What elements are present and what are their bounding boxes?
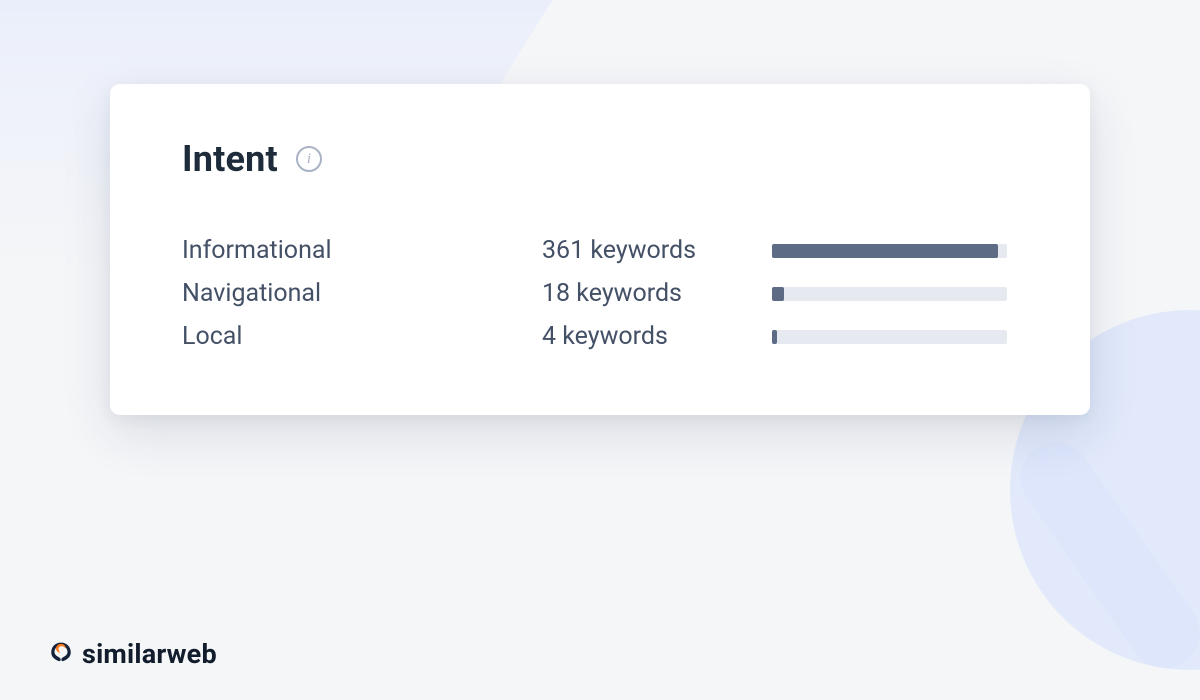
card-title: Intent	[182, 138, 278, 180]
card-header: Intent	[182, 138, 1018, 180]
intent-card: Intent Informational 361 keywords Naviga…	[110, 84, 1090, 415]
row-bar	[772, 244, 1007, 258]
similarweb-logo-icon	[48, 641, 74, 667]
bar-track	[772, 287, 1007, 301]
row-label: Local	[182, 322, 542, 351]
info-icon[interactable]	[296, 146, 322, 172]
row-label: Navigational	[182, 279, 542, 308]
bar-track	[772, 330, 1007, 344]
bar-fill	[772, 244, 998, 258]
intent-row-informational: Informational 361 keywords	[182, 236, 1018, 265]
intent-row-navigational: Navigational 18 keywords	[182, 279, 1018, 308]
row-label: Informational	[182, 236, 542, 265]
decorative-pill	[1007, 428, 1200, 681]
intent-row-local: Local 4 keywords	[182, 322, 1018, 351]
bar-fill	[772, 287, 784, 301]
row-count: 18 keywords	[542, 279, 772, 308]
similarweb-logo-text: similarweb	[82, 638, 217, 670]
row-bar	[772, 330, 1007, 344]
row-count: 4 keywords	[542, 322, 772, 351]
bar-fill	[772, 330, 777, 344]
similarweb-logo: similarweb	[48, 638, 217, 670]
row-count: 361 keywords	[542, 236, 772, 265]
row-bar	[772, 287, 1007, 301]
intent-rows: Informational 361 keywords Navigational …	[182, 236, 1018, 351]
